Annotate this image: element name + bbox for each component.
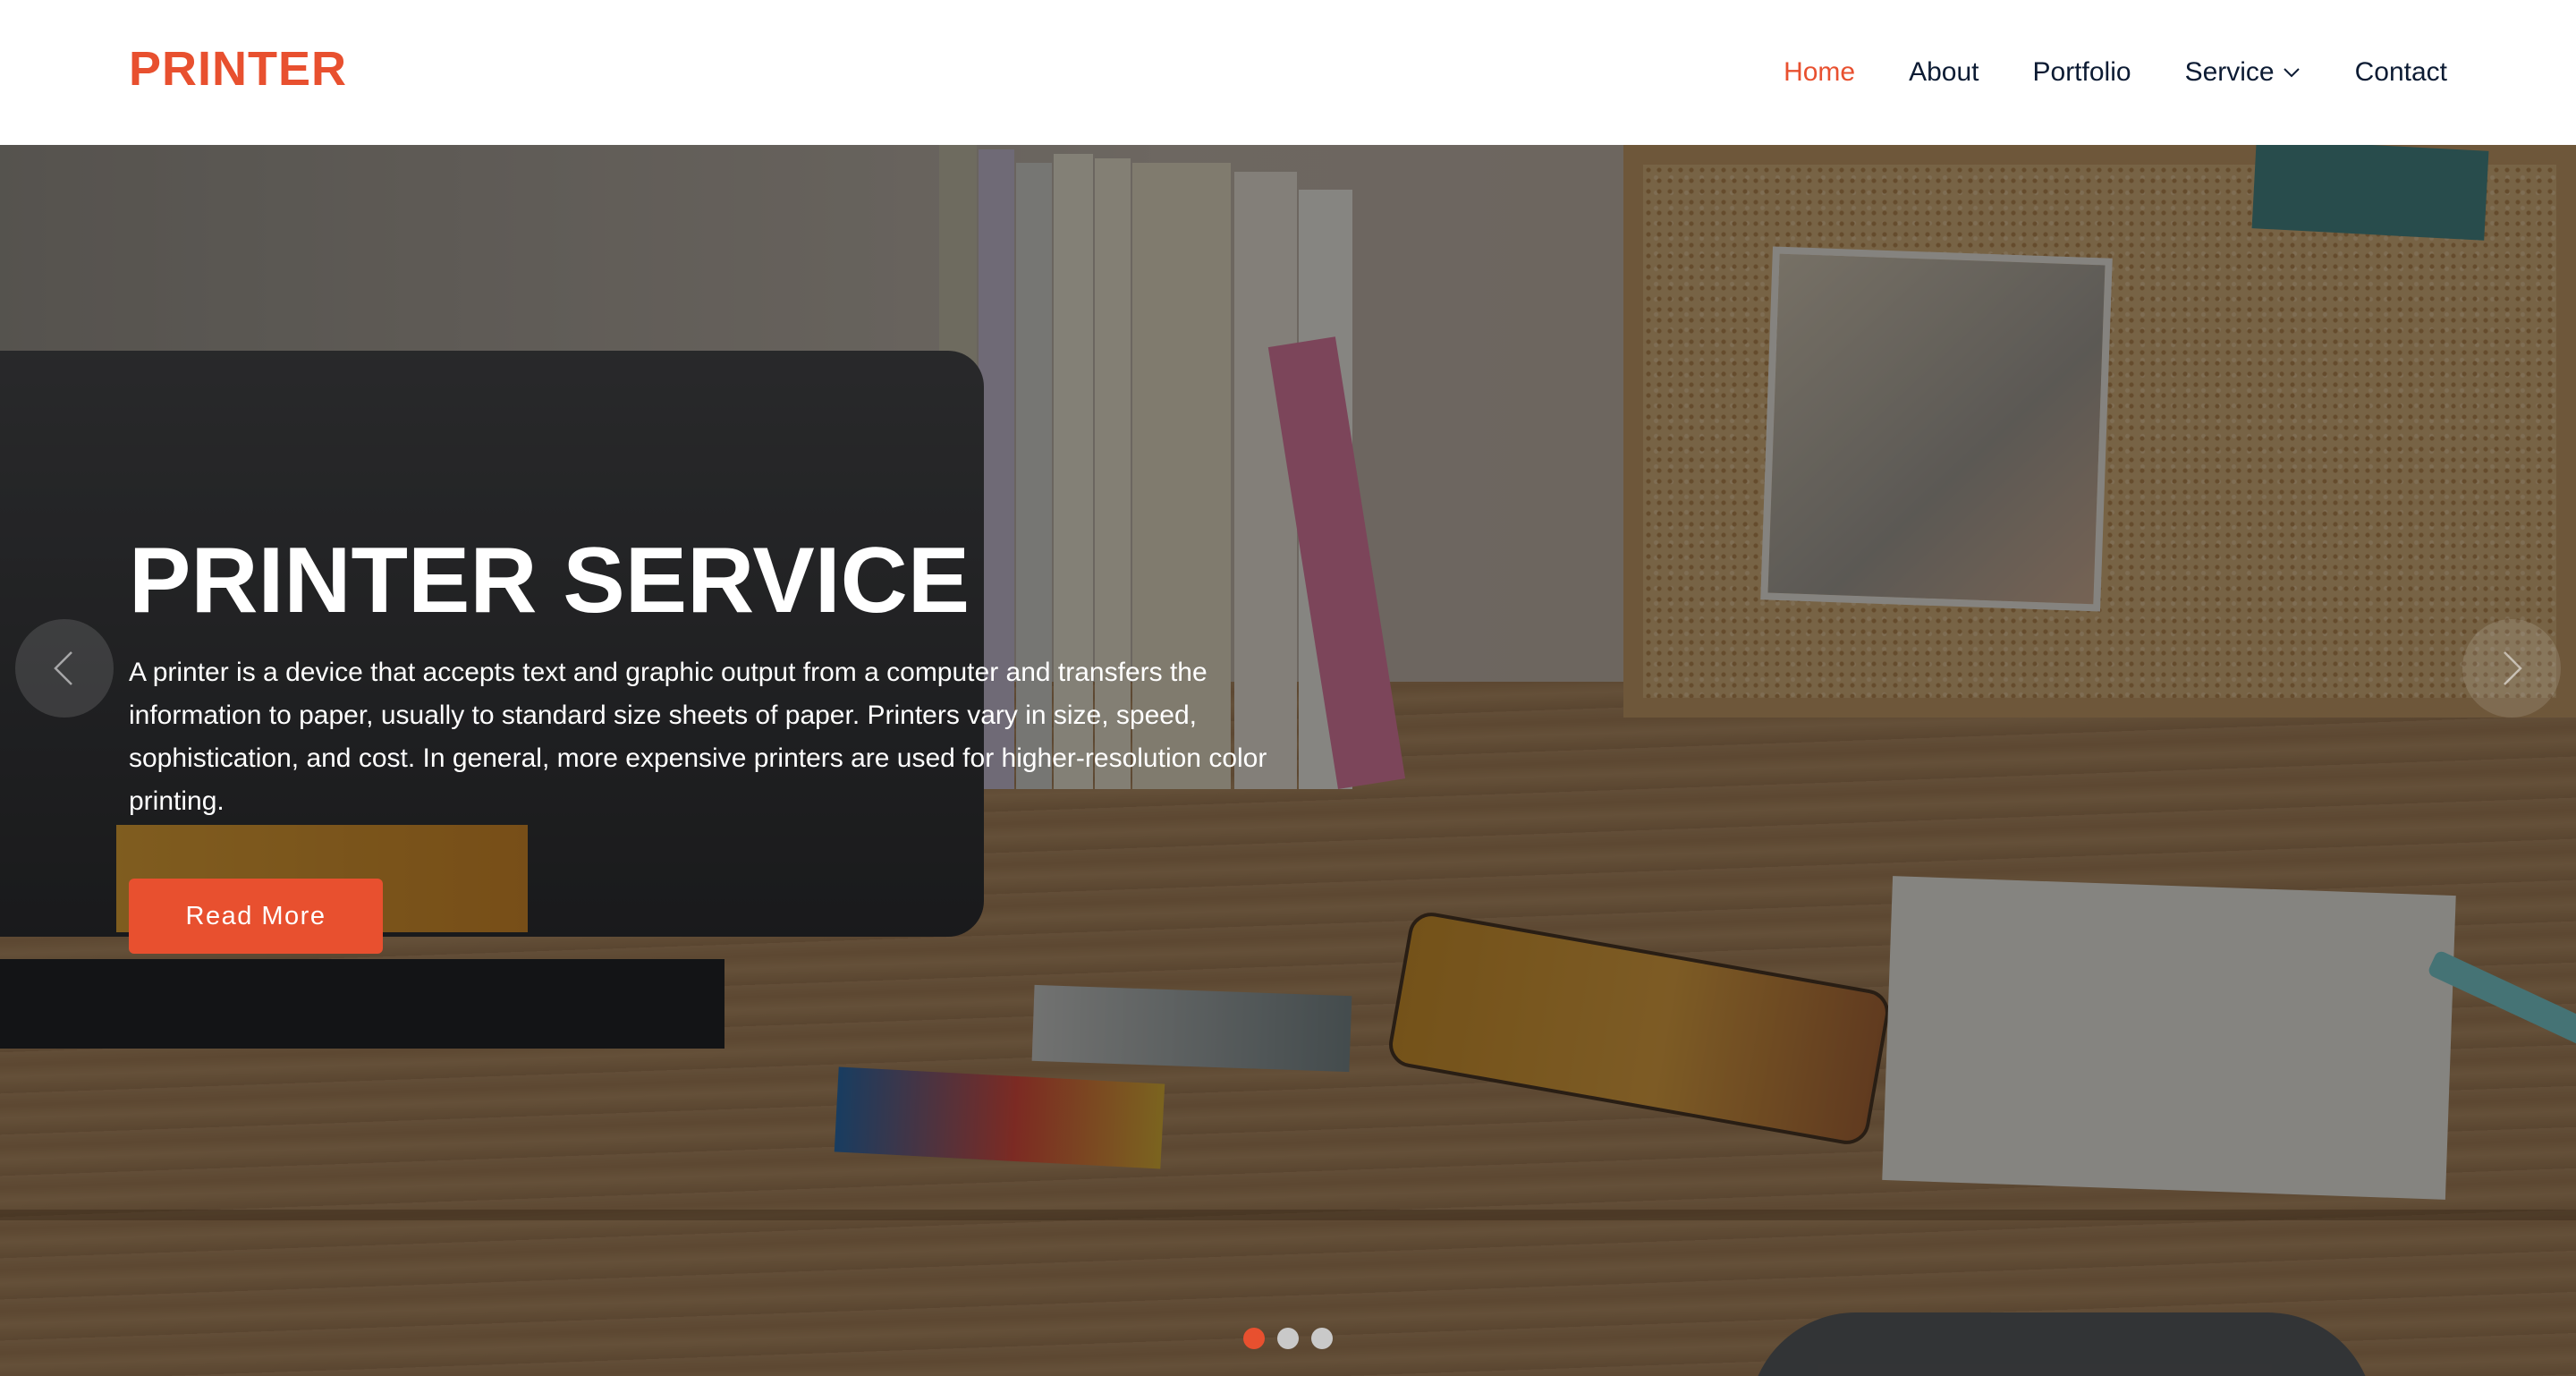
hero-caption: PRINTER SERVICE A printer is a device th…: [129, 528, 1292, 954]
nav-item-service[interactable]: Service: [2185, 57, 2301, 88]
prev-slide-button[interactable]: [15, 619, 114, 718]
hero-slider: PRINTER SERVICE A printer is a device th…: [0, 145, 2576, 1376]
slide-indicators: [1243, 1328, 1333, 1349]
site-logo[interactable]: PRINTER: [129, 41, 347, 97]
nav-item-label: Contact: [2354, 57, 2447, 87]
site-header: PRINTER Home About Portfolio Service Con…: [0, 0, 2576, 145]
nav-item-label: About: [1909, 57, 1979, 87]
chevron-left-icon: [54, 651, 72, 685]
nav-item-contact[interactable]: Contact: [2355, 57, 2447, 88]
read-more-button[interactable]: Read More: [129, 878, 383, 954]
nav-item-home[interactable]: Home: [1784, 57, 1855, 88]
main-nav: Home About Portfolio Service Contact: [1784, 0, 2447, 145]
hero-title: PRINTER SERVICE: [129, 529, 970, 633]
hero-description: A printer is a device that accepts text …: [129, 657, 1267, 816]
nav-item-about[interactable]: About: [1909, 57, 1979, 88]
slide-indicator-dot[interactable]: [1311, 1328, 1333, 1349]
chevron-down-icon: [2283, 68, 2300, 78]
nav-item-label: Service: [2184, 57, 2275, 87]
chevron-right-icon: [2504, 651, 2522, 685]
nav-item-label: Home: [1784, 57, 1856, 87]
next-slide-button[interactable]: [2462, 619, 2561, 718]
slide-indicator-dot[interactable]: [1243, 1328, 1265, 1349]
slide-indicator-dot[interactable]: [1277, 1328, 1299, 1349]
nav-item-label: Portfolio: [2032, 57, 2131, 87]
nav-item-portfolio[interactable]: Portfolio: [2033, 57, 2131, 88]
